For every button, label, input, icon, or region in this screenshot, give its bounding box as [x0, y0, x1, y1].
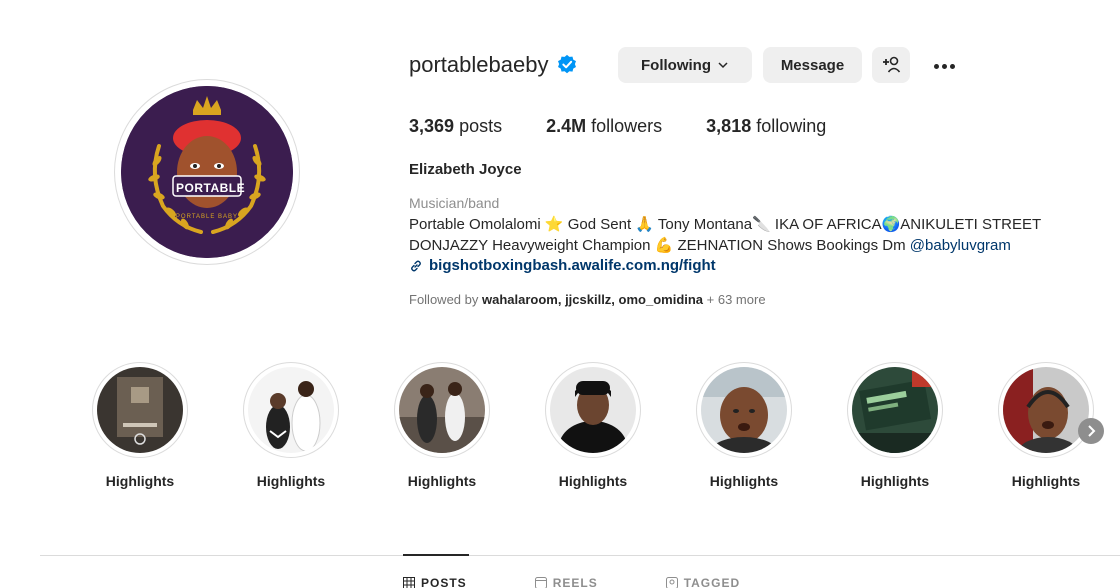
profile-stats: 3,369 posts 2.4M followers 3,818 followi… — [409, 116, 870, 137]
followed-by-text[interactable]: Followed by wahalaroom, jjcskillz, omo_o… — [409, 292, 766, 307]
highlight-item[interactable]: Highlights — [90, 362, 190, 489]
profile-username-row: portablebaeby — [409, 52, 578, 78]
highlight-item[interactable]: Highlights — [543, 362, 643, 489]
followed-by-names: wahalaroom, jjcskillz, omo_omidina — [481, 292, 704, 307]
followers-label: followers — [591, 116, 663, 136]
following-button-label: Following — [641, 56, 711, 74]
highlight-thumbnail — [550, 367, 636, 453]
followed-by-prefix: Followed by — [409, 292, 482, 307]
highlight-ring — [545, 362, 641, 458]
more-options-button[interactable] — [926, 52, 962, 80]
story-highlights: Highlights Highlights Highlights Highlig… — [90, 362, 1120, 502]
highlight-thumbnail — [248, 367, 334, 453]
highlight-thumbnail — [1003, 367, 1089, 453]
highlight-label: Highlights — [558, 473, 628, 489]
tab-posts-label: POSTS — [421, 576, 467, 588]
posts-count: 3,369 — [409, 116, 455, 136]
chevron-down-icon — [718, 62, 728, 69]
tagged-icon — [665, 577, 678, 588]
profile-full-name: Elizabeth Joyce — [409, 161, 522, 178]
profile-tabs: POSTS REELS TAGGED — [403, 576, 808, 588]
tab-posts[interactable]: POSTS — [403, 576, 467, 588]
grid-icon — [403, 577, 415, 588]
followers-count: 2.4M — [546, 116, 587, 136]
add-person-icon — [883, 56, 901, 73]
highlight-item[interactable]: Highlights — [845, 362, 945, 489]
bio-line-2-text: DONJAZZY Heavyweight Champion 💪 ZEHNATIO… — [409, 237, 910, 254]
following-stat[interactable]: 3,818 following — [706, 116, 826, 137]
highlight-thumbnail — [701, 367, 787, 453]
tabs-divider — [40, 555, 1120, 556]
posts-label: posts — [459, 116, 503, 136]
verified-badge-icon — [558, 54, 577, 74]
tab-reels-label: REELS — [552, 576, 598, 588]
highlight-item[interactable]: Highlights — [241, 362, 341, 489]
highlight-ring — [394, 362, 490, 458]
following-count: 3,818 — [706, 116, 752, 136]
highlights-next-button[interactable] — [1078, 418, 1104, 444]
highlight-thumbnail — [852, 367, 938, 453]
active-tab-indicator — [403, 554, 469, 556]
bio-line-1: Portable Omolalomi ⭐ God Sent 🙏 Tony Mon… — [409, 216, 1042, 233]
avatar-brand-subtext: PORTABLE BABY — [175, 214, 239, 220]
bio-mention-link[interactable]: @babyluvgram — [910, 237, 1011, 254]
following-button[interactable]: Following — [618, 47, 752, 83]
highlight-label: Highlights — [860, 473, 930, 489]
followers-stat[interactable]: 2.4M followers — [546, 116, 662, 137]
tab-tagged-label: TAGGED — [683, 576, 741, 588]
followed-by-suffix: + 63 more — [703, 292, 766, 307]
highlight-label: Highlights — [407, 473, 477, 489]
suggested-users-button[interactable] — [872, 47, 910, 83]
following-label: following — [756, 116, 827, 136]
highlight-label: Highlights — [709, 473, 779, 489]
highlight-ring — [998, 362, 1094, 458]
reels-icon — [534, 577, 547, 588]
portable-logo-icon — [121, 86, 293, 258]
tab-reels[interactable]: REELS — [534, 576, 598, 588]
profile-avatar-ring[interactable] — [114, 79, 300, 265]
tab-tagged[interactable]: TAGGED — [665, 576, 741, 588]
bio-external-link[interactable]: bigshotboxingbash.awalife.com.ng/fight — [409, 257, 716, 274]
highlight-ring — [696, 362, 792, 458]
more-dots-icon — [933, 63, 939, 69]
bio-line-2: DONJAZZY Heavyweight Champion 💪 ZEHNATIO… — [409, 236, 1011, 254]
highlight-label: Highlights — [256, 473, 326, 489]
posts-stat: 3,369 posts — [409, 116, 502, 137]
highlight-thumbnail — [399, 367, 485, 453]
highlight-item[interactable]: Highlights — [694, 362, 794, 489]
profile-username[interactable]: portablebaeby — [409, 52, 548, 78]
highlight-label: Highlights — [105, 473, 175, 489]
profile-avatar[interactable] — [121, 86, 293, 258]
message-button[interactable]: Message — [763, 47, 862, 83]
bio-external-link-text: bigshotboxingbash.awalife.com.ng/fight — [429, 257, 716, 274]
highlight-item[interactable]: Highlights — [392, 362, 492, 489]
avatar-brand-text: PORTABLE — [176, 181, 246, 195]
profile-category: Musician/band — [409, 195, 500, 211]
message-button-label: Message — [780, 56, 845, 74]
link-icon — [411, 260, 421, 271]
chevron-right-icon — [1088, 425, 1096, 437]
highlight-ring — [92, 362, 188, 458]
highlight-thumbnail — [97, 367, 183, 453]
highlight-ring — [847, 362, 943, 458]
highlight-ring — [243, 362, 339, 458]
highlight-label: Highlights — [1011, 473, 1081, 489]
